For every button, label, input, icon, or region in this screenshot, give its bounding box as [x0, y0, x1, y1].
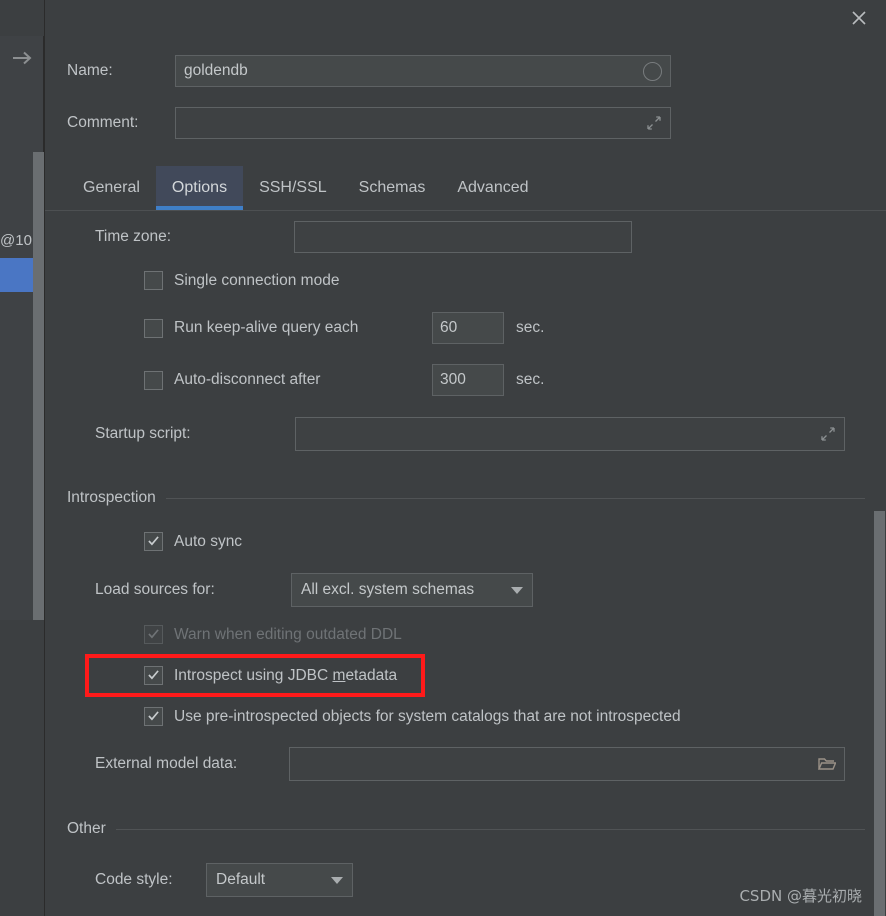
startup-script-label: Startup script:	[95, 425, 191, 442]
introspection-group-header: Introspection	[67, 489, 865, 507]
keep-alive-unit: sec.	[516, 319, 545, 336]
name-input-value: goldendb	[184, 62, 248, 79]
warn-outdated-ddl-label: Warn when editing outdated DDL	[174, 625, 402, 643]
keep-alive-checkbox[interactable]	[144, 318, 163, 338]
code-style-row: Code style: Default	[95, 863, 353, 897]
dialog-titlebar	[45, 0, 886, 36]
jdbc-metadata-label: Introspect using JDBC metadata	[174, 667, 397, 685]
external-model-data-row: External model data:	[95, 747, 845, 781]
auto-disconnect-value: 300	[440, 371, 466, 388]
chevron-down-icon	[331, 876, 343, 884]
load-sources-label: Load sources for:	[95, 581, 215, 598]
tab-advanced[interactable]: Advanced	[441, 166, 544, 210]
expand-icon[interactable]	[820, 426, 836, 442]
pre-introspected-row[interactable]: Use pre-introspected objects for system …	[144, 707, 681, 726]
data-source-properties-dialog: Name: goldendb Comment: General Options …	[44, 0, 886, 916]
startup-script-row: Startup script:	[95, 417, 845, 451]
background-scrollbar-thumb[interactable]	[33, 152, 44, 620]
external-model-data-input[interactable]	[289, 747, 845, 781]
options-scrollbar[interactable]	[874, 211, 886, 916]
auto-sync-row[interactable]: Auto sync	[144, 532, 242, 551]
options-scrollbar-thumb[interactable]	[874, 511, 885, 916]
time-zone-label: Time zone:	[95, 228, 172, 245]
time-zone-input[interactable]	[294, 221, 632, 253]
single-connection-mode-checkbox[interactable]	[144, 271, 163, 290]
single-connection-mode-label: Single connection mode	[174, 271, 340, 289]
jdbc-metadata-row[interactable]: Introspect using JDBC metadata	[144, 666, 397, 685]
jdbc-metadata-label-after: etadata	[345, 666, 398, 684]
other-group-header: Other	[67, 820, 865, 838]
tab-ssh-ssl[interactable]: SSH/SSL	[243, 166, 343, 210]
jdbc-metadata-mnemonic: m	[332, 666, 346, 684]
keep-alive-row: Run keep-alive query each 60 sec.	[144, 312, 544, 344]
background-app: @10.3	[0, 0, 44, 916]
jdbc-metadata-checkbox[interactable]	[144, 666, 163, 685]
other-group-title: Other	[67, 820, 106, 837]
tab-bar: General Options SSH/SSL Schemas Advanced	[67, 166, 545, 210]
code-style-select[interactable]: Default	[206, 863, 353, 897]
tab-general[interactable]: General	[67, 166, 156, 210]
chevron-down-icon	[511, 586, 523, 594]
code-style-value: Default	[216, 871, 266, 888]
pre-introspected-label: Use pre-introspected objects for system …	[174, 707, 681, 725]
comment-input[interactable]	[175, 107, 671, 139]
auto-disconnect-unit: sec.	[516, 371, 545, 388]
other-group-divider	[115, 828, 865, 830]
keep-alive-label: Run keep-alive query each	[174, 319, 359, 336]
single-connection-mode-row[interactable]: Single connection mode	[144, 271, 339, 290]
auto-sync-checkbox[interactable]	[144, 532, 163, 551]
time-zone-row: Time zone:	[95, 221, 632, 253]
keep-alive-input[interactable]: 60	[432, 312, 504, 344]
startup-script-input[interactable]	[295, 417, 845, 451]
code-style-label: Code style:	[95, 871, 173, 888]
auto-disconnect-label: Auto-disconnect after	[174, 371, 321, 388]
name-row: Name: goldendb	[67, 55, 671, 87]
warn-outdated-ddl-row: Warn when editing outdated DDL	[144, 625, 402, 644]
introspection-group-title: Introspection	[67, 489, 156, 506]
load-sources-row: Load sources for: All excl. system schem…	[95, 573, 533, 607]
introspection-group-divider	[165, 497, 865, 499]
auto-disconnect-checkbox[interactable]	[144, 370, 163, 390]
pre-introspected-checkbox[interactable]	[144, 707, 163, 726]
keep-alive-value: 60	[440, 319, 458, 336]
name-input[interactable]: goldendb	[175, 55, 671, 87]
load-sources-value: All excl. system schemas	[301, 581, 475, 598]
arrow-right-icon[interactable]	[10, 47, 36, 69]
jdbc-metadata-label-before: Introspect using JDBC	[174, 666, 333, 684]
warn-outdated-ddl-checkbox	[144, 625, 163, 644]
close-icon[interactable]	[845, 4, 873, 32]
expand-icon[interactable]	[646, 115, 662, 131]
comment-row: Comment:	[67, 107, 671, 139]
load-sources-select[interactable]: All excl. system schemas	[291, 573, 533, 607]
watermark: CSDN @暮光初晓	[739, 887, 862, 905]
folder-icon[interactable]	[817, 756, 837, 772]
auto-sync-label: Auto sync	[174, 532, 243, 550]
screen: @10.3 Name: goldendb Comment: General Op…	[0, 0, 886, 916]
external-model-data-label: External model data:	[95, 755, 238, 772]
name-label: Name:	[67, 62, 113, 79]
auto-disconnect-row: Auto-disconnect after 300 sec.	[144, 364, 544, 396]
options-scroll-area: Time zone: Single connection mode Run ke…	[45, 211, 886, 916]
tab-schemas[interactable]: Schemas	[343, 166, 442, 210]
comment-label: Comment:	[67, 114, 139, 131]
circle-icon	[643, 61, 662, 81]
auto-disconnect-input[interactable]: 300	[432, 364, 504, 396]
tab-options[interactable]: Options	[155, 166, 244, 210]
